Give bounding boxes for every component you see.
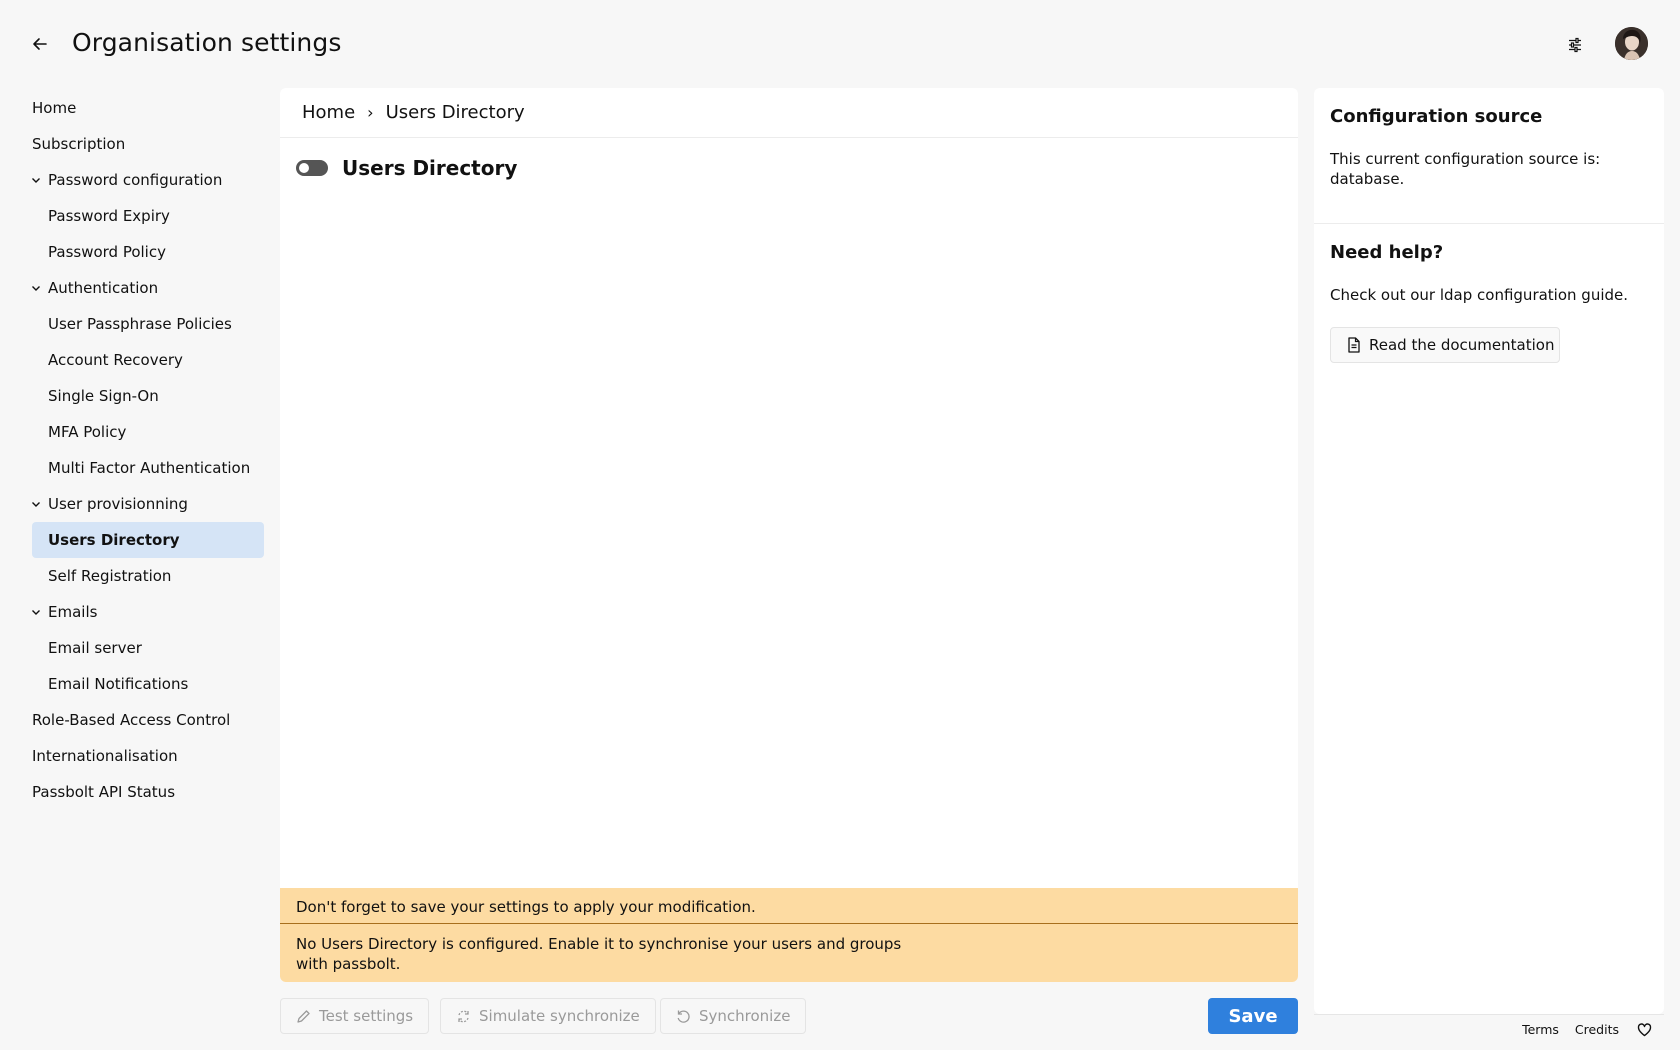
back-arrow-icon[interactable] [28,32,52,56]
warning-banner: Don't forget to save your settings to ap… [280,888,1298,982]
chevron-down-icon [32,286,40,291]
sidebar-item-label: Single Sign-On [48,387,159,405]
breadcrumb-separator: › [367,103,374,122]
help-panel: Configuration source This current config… [1314,88,1664,1014]
sidebar-item-label: Passbolt API Status [32,783,176,801]
need-help-text: Check out our ldap configuration guide. [1330,286,1629,304]
sidebar-item-label: Multi Factor Authentication [48,459,251,477]
sidebar-item-self-registration[interactable]: Self Registration [32,558,264,594]
not-configured-text: No Users Directory is configured. Enable… [296,935,902,973]
sidebar-group-authentication[interactable]: Authentication [32,270,264,306]
sidebar-item-label: Password Expiry [48,207,170,225]
sidebar-item-single-sign-on[interactable]: Single Sign-On [32,378,264,414]
chevron-down-icon [32,178,40,183]
test-settings-label: Test settings [319,1007,414,1025]
breadcrumb: Home › Users Directory [280,88,1298,138]
read-documentation-label: Read the documentation [1369,336,1555,354]
breadcrumb-home[interactable]: Home [302,102,355,123]
sidebar-item-label: User provisionning [48,495,188,513]
sidebar-item-multi-factor-authentication[interactable]: Multi Factor Authentication [32,450,264,486]
sync-icon [677,1009,690,1023]
heart-icon[interactable] [1637,1022,1652,1037]
sidebar-item-users-directory[interactable]: Users Directory [32,522,264,558]
action-bar: Test settings Simulate synchronize Synch… [280,998,1298,1034]
sidebar-item-api-status[interactable]: Passbolt API Status [32,774,264,810]
sidebar-item-mfa-policy[interactable]: MFA Policy [32,414,264,450]
main-panel: Home › Users Directory Users Directory D… [280,88,1298,982]
sidebar-item-home[interactable]: Home [32,90,264,126]
sidebar-item-account-recovery[interactable]: Account Recovery [32,342,264,378]
save-button[interactable]: Save [1208,998,1298,1034]
sidebar-item-label: Authentication [48,279,159,297]
sidebar-item-label: Email Notifications [48,675,189,693]
sidebar-item-label: Password configuration [48,171,223,189]
page-title: Organisation settings [72,28,342,57]
synchronize-button[interactable]: Synchronize [660,998,807,1034]
sidebar-item-label: Emails [48,603,98,621]
document-icon [1348,337,1360,353]
sidebar-item-label: Role-Based Access Control [32,711,231,729]
breadcrumb-current[interactable]: Users Directory [386,102,525,123]
sidebar-item-label: MFA Policy [48,423,127,441]
terms-link[interactable]: Terms [1522,1022,1559,1037]
sidebar-item-label: Password Policy [48,243,166,261]
sidebar-group-emails[interactable]: Emails [32,594,264,630]
configuration-source-text: This current configuration source is: da… [1330,150,1601,188]
sidebar-item-label: Self Registration [48,567,172,585]
header: Organisation settings [0,0,1680,88]
credits-link[interactable]: Credits [1575,1022,1619,1037]
sidebar-group-password-configuration[interactable]: Password configuration [32,162,264,198]
users-directory-toggle[interactable] [296,160,328,176]
sidebar-item-email-notifications[interactable]: Email Notifications [32,666,264,702]
footer-divider [1314,1014,1664,1015]
test-settings-button[interactable]: Test settings [280,998,430,1034]
configuration-source-title: Configuration source [1330,106,1543,127]
sidebar-item-rbac[interactable]: Role-Based Access Control [32,702,264,738]
save-reminder-text: Don't forget to save your settings to ap… [280,888,1298,924]
sidebar-item-label: Users Directory [48,531,180,549]
sidebar-item-label: Subscription [32,135,126,153]
need-help-title: Need help? [1330,242,1444,263]
sidebar-item-password-expiry[interactable]: Password Expiry [32,198,264,234]
sidebar-item-password-policy[interactable]: Password Policy [32,234,264,270]
sidebar-item-label: Account Recovery [48,351,183,369]
section-header: Users Directory [280,156,1298,180]
sidebar-item-user-passphrase-policies[interactable]: User Passphrase Policies [32,306,264,342]
sidebar-nav: Home Subscription Password configuration… [32,90,264,810]
footer: Terms Credits [1506,1022,1652,1037]
chevron-down-icon [32,610,40,615]
sidebar-item-label: Home [32,99,77,117]
synchronize-label: Synchronize [699,1007,791,1025]
sidebar-item-internationalisation[interactable]: Internationalisation [32,738,264,774]
read-documentation-button[interactable]: Read the documentation [1330,327,1560,363]
sidebar-group-user-provisionning[interactable]: User provisionning [32,486,264,522]
pencil-icon [297,1009,310,1023]
avatar[interactable] [1615,27,1648,60]
simulate-synchronize-label: Simulate synchronize [479,1007,640,1025]
sidebar-item-email-server[interactable]: Email server [32,630,264,666]
sidebar-item-subscription[interactable]: Subscription [32,126,264,162]
sidebar-item-label: Email server [48,639,142,657]
sidebar-item-label: Internationalisation [32,747,178,765]
need-help-section: Need help? Check out our ldap configurat… [1314,224,1664,379]
simulate-sync-icon [458,1010,469,1022]
configuration-source-section: Configuration source This current config… [1314,88,1664,224]
filter-settings-icon[interactable] [1562,32,1588,58]
chevron-down-icon [32,502,40,507]
simulate-synchronize-button[interactable]: Simulate synchronize [440,998,656,1034]
sidebar-item-label: User Passphrase Policies [48,315,232,333]
section-title: Users Directory [342,156,518,180]
